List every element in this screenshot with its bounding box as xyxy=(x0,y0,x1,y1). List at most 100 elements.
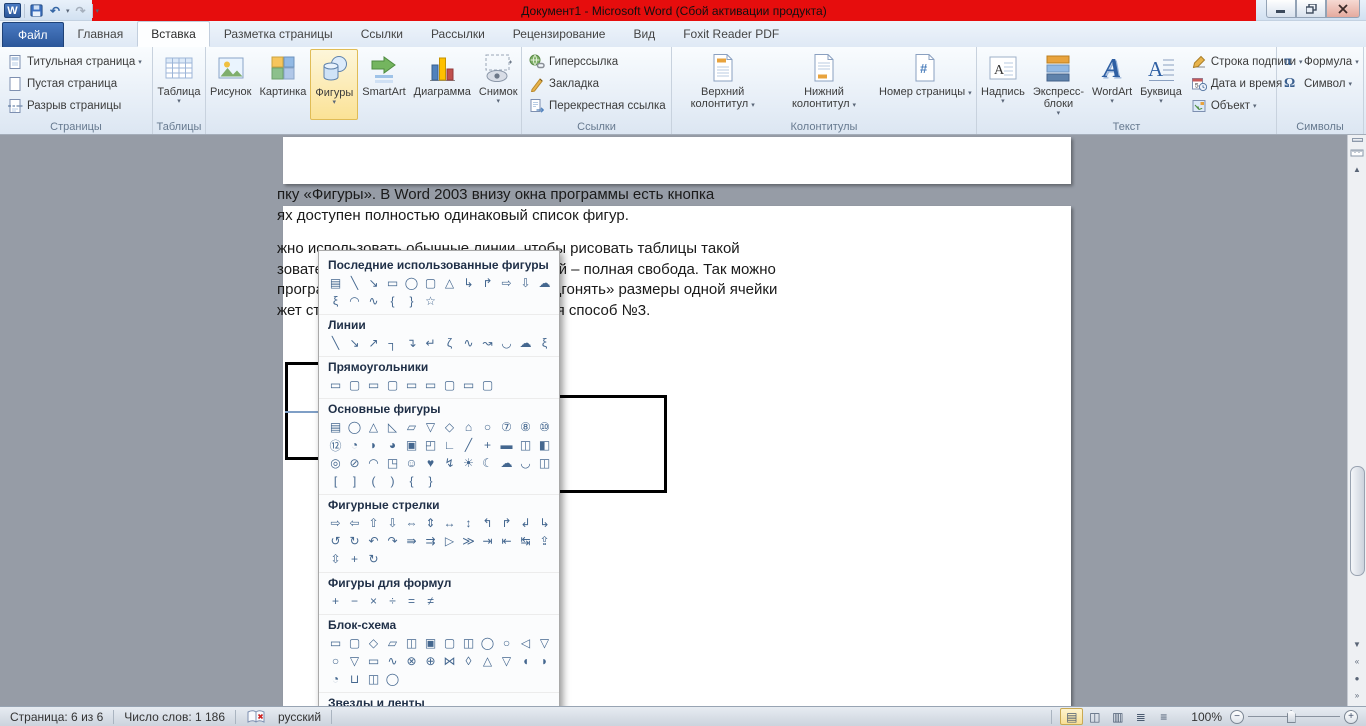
shape-icon[interactable]: ⇦ xyxy=(345,514,364,532)
shape-icon[interactable]: ▭ xyxy=(383,274,402,292)
shape-icon[interactable]: ◫ xyxy=(402,634,421,652)
shape-icon[interactable]: ▢ xyxy=(440,376,459,394)
shape-icon[interactable]: △ xyxy=(440,274,459,292)
restore-button[interactable] xyxy=(1296,0,1326,18)
button-clipart[interactable]: Картинка xyxy=(256,49,311,120)
button-quick-parts[interactable]: Экспресс-блоки▾ xyxy=(1029,49,1088,120)
shape-icon[interactable]: ▣ xyxy=(421,634,440,652)
shape-icon[interactable]: ╲ xyxy=(345,274,364,292)
shape-icon[interactable]: ↹ xyxy=(516,532,535,550)
shape-icon[interactable]: ☁ xyxy=(497,454,516,472)
ruler-toggle-icon[interactable] xyxy=(1350,145,1365,160)
shape-icon[interactable]: ◗ xyxy=(364,436,383,454)
shape-icon[interactable]: ▽ xyxy=(497,652,516,670)
shape-icon[interactable]: ⌂ xyxy=(459,418,478,436)
shape-icon[interactable]: ▤ xyxy=(326,274,345,292)
redo-icon[interactable]: ↷ xyxy=(73,3,89,19)
view-button-outline[interactable]: ≣ xyxy=(1129,708,1152,725)
shape-icon[interactable]: ≠ xyxy=(421,592,440,610)
shape-icon[interactable]: ♥ xyxy=(421,454,440,472)
shape-icon[interactable]: ▣ xyxy=(402,436,421,454)
shape-icon[interactable]: ◫ xyxy=(516,436,535,454)
tab-file[interactable]: Файл xyxy=(2,22,64,47)
shape-icon[interactable]: ☁ xyxy=(535,274,554,292)
shape-icon[interactable]: ◠ xyxy=(364,454,383,472)
language-indicator[interactable]: русский xyxy=(268,710,331,724)
shape-icon[interactable]: ▭ xyxy=(326,376,345,394)
shape-icon[interactable]: ↱ xyxy=(478,274,497,292)
shape-icon[interactable]: ○ xyxy=(326,652,345,670)
tab-page-layout[interactable]: Разметка страницы xyxy=(210,21,347,47)
button-drop-cap[interactable]: AБуквица▾ xyxy=(1136,49,1186,120)
tab-references[interactable]: Ссылки xyxy=(347,21,417,47)
shape-icon[interactable]: ☆ xyxy=(421,292,440,310)
shape-icon[interactable]: ↳ xyxy=(459,274,478,292)
shape-icon[interactable]: ◠ xyxy=(345,292,364,310)
undo-dropdown-icon[interactable]: ▾ xyxy=(66,7,70,15)
shape-icon[interactable]: ○ xyxy=(478,418,497,436)
shape-icon[interactable]: ☺ xyxy=(402,454,421,472)
shape-icon[interactable]: ⇩ xyxy=(383,514,402,532)
save-icon[interactable] xyxy=(28,3,44,19)
shape-icon[interactable]: ◫ xyxy=(535,454,554,472)
shape-icon[interactable]: ⑫ xyxy=(326,436,345,454)
close-button[interactable] xyxy=(1326,0,1360,18)
shape-icon[interactable]: ▭ xyxy=(402,376,421,394)
shape-icon[interactable]: ◧ xyxy=(535,436,554,454)
shape-icon[interactable]: ☁ xyxy=(516,334,535,352)
next-page-icon[interactable]: » xyxy=(1350,688,1365,703)
shape-icon[interactable]: ⊗ xyxy=(402,652,421,670)
shape-icon[interactable]: + xyxy=(345,550,364,568)
zoom-out-button[interactable]: − xyxy=(1230,710,1244,724)
shape-icon[interactable]: ◖ xyxy=(516,652,535,670)
shape-icon[interactable]: ▤ xyxy=(326,418,345,436)
shape-icon[interactable]: ☾ xyxy=(478,454,497,472)
shape-icon[interactable]: ÷ xyxy=(383,592,402,610)
button-picture[interactable]: Рисунок xyxy=(206,49,256,120)
split-handle[interactable] xyxy=(1352,138,1363,142)
shape-icon[interactable]: { xyxy=(383,292,402,310)
shape-icon[interactable]: ξ xyxy=(326,292,345,310)
shape-icon[interactable]: ▭ xyxy=(421,376,440,394)
shape-icon[interactable]: ↰ xyxy=(478,514,497,532)
shape-icon[interactable]: ☀ xyxy=(459,454,478,472)
tab-mailings[interactable]: Рассылки xyxy=(417,21,499,47)
shape-icon[interactable]: ≫ xyxy=(459,532,478,550)
shape-icon[interactable]: ↗ xyxy=(364,334,383,352)
shape-icon[interactable]: ○ xyxy=(497,634,516,652)
shape-icon[interactable]: ▱ xyxy=(383,634,402,652)
shape-icon[interactable]: ◊ xyxy=(459,652,478,670)
shape-icon[interactable]: ◁ xyxy=(516,634,535,652)
shape-icon[interactable]: ▽ xyxy=(421,418,440,436)
shape-icon[interactable]: ▢ xyxy=(478,376,497,394)
shape-icon[interactable]: ⇨ xyxy=(326,514,345,532)
button-screenshot[interactable]: Снимок▾ xyxy=(475,49,522,120)
shape-icon[interactable]: ↝ xyxy=(478,334,497,352)
button-footer[interactable]: Нижний колонтитул▾ xyxy=(773,49,874,120)
button-table[interactable]: Таблица▾ xyxy=(153,49,205,120)
shape-icon[interactable]: ◇ xyxy=(364,634,383,652)
shape-icon[interactable]: ↕ xyxy=(459,514,478,532)
tab-foxit[interactable]: Foxit Reader PDF xyxy=(669,21,793,47)
zoom-in-button[interactable]: + xyxy=(1344,710,1358,724)
shape-icon[interactable]: ⇤ xyxy=(497,532,516,550)
shape-icon[interactable]: ⇪ xyxy=(535,532,554,550)
zoom-slider-thumb[interactable] xyxy=(1287,710,1296,723)
shape-icon[interactable]: ⋈ xyxy=(440,652,459,670)
shape-icon[interactable]: ◡ xyxy=(497,334,516,352)
shape-icon[interactable]: × xyxy=(364,592,383,610)
shape-icon[interactable]: { xyxy=(402,472,421,490)
button-chart[interactable]: Диаграмма xyxy=(410,49,475,120)
shape-icon[interactable]: ⊔ xyxy=(345,670,364,688)
shape-icon[interactable]: ▢ xyxy=(345,634,364,652)
page-indicator[interactable]: Страница: 6 из 6 xyxy=(0,710,113,724)
word-logo-icon[interactable]: W xyxy=(4,3,21,18)
shape-icon[interactable]: ◎ xyxy=(326,454,345,472)
undo-icon[interactable]: ↶ xyxy=(47,3,63,19)
shape-icon[interactable]: ◯ xyxy=(345,418,364,436)
shape-icon[interactable]: ↻ xyxy=(345,532,364,550)
shape-icon[interactable]: ↔ xyxy=(440,514,459,532)
shape-icon[interactable]: ↶ xyxy=(364,532,383,550)
shape-icon[interactable]: ↵ xyxy=(421,334,440,352)
shape-icon[interactable]: ▢ xyxy=(345,376,364,394)
